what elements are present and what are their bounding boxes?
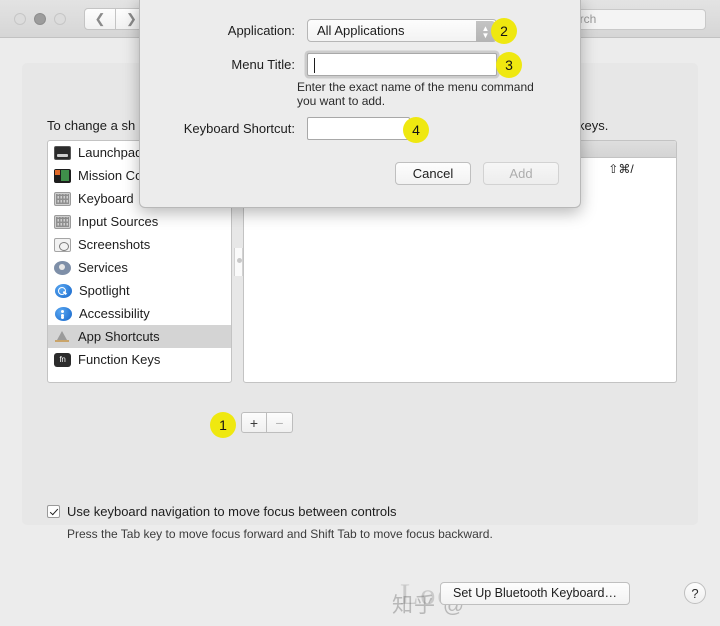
annotation-badge-2: 2 xyxy=(491,18,517,44)
sidebar-item-label: Spotlight xyxy=(79,283,130,298)
sidebar-item-function-keys[interactable]: fn Function Keys xyxy=(48,348,231,371)
spotlight-search-icon xyxy=(55,283,72,298)
add-remove-button-group: + − xyxy=(241,412,293,433)
add-button[interactable]: Add xyxy=(483,162,559,185)
sidebar-item-label: Launchpad xyxy=(78,145,143,160)
preferences-window: ❮ ❯ arch To change a sh Launchpad Missio… xyxy=(0,0,720,626)
keyboard-navigation-checkbox[interactable] xyxy=(47,505,60,518)
keyboard-navigation-hint: Press the Tab key to move focus forward … xyxy=(67,527,493,541)
search-input[interactable]: arch xyxy=(564,9,706,30)
back-chevron-left-icon[interactable]: ❮ xyxy=(84,8,116,30)
traffic-lights xyxy=(14,13,66,25)
application-select-value: All Applications xyxy=(317,23,405,38)
help-button[interactable]: ? xyxy=(684,582,706,604)
application-select[interactable]: All Applications ▲ ▼ xyxy=(307,19,497,42)
add-shortcut-button[interactable]: + xyxy=(241,412,267,433)
keyboard-shortcut-input[interactable] xyxy=(307,117,410,140)
remove-shortcut-button[interactable]: − xyxy=(267,412,293,433)
setup-bluetooth-keyboard-button[interactable]: Set Up Bluetooth Keyboard… xyxy=(440,582,630,605)
sidebar-item-label: Function Keys xyxy=(78,352,161,367)
close-button[interactable] xyxy=(14,13,26,25)
function-keys-icon: fn xyxy=(54,352,71,367)
annotation-badge-3: 3 xyxy=(496,52,522,78)
annotation-badge-1: 1 xyxy=(210,412,236,438)
screenshots-icon xyxy=(54,237,71,252)
sidebar-item-spotlight[interactable]: Spotlight xyxy=(48,279,231,302)
sidebar-item-app-shortcuts[interactable]: App Shortcuts xyxy=(48,325,231,348)
services-gear-icon xyxy=(54,260,71,275)
instruction-text-tail: keys. xyxy=(578,118,609,133)
keyboard-icon xyxy=(54,191,71,206)
mission-control-icon xyxy=(54,168,71,183)
sidebar-item-label: App Shortcuts xyxy=(78,329,160,344)
shortcut-key-cell: ⇧⌘/ xyxy=(608,162,634,176)
instruction-text: To change a sh xyxy=(47,118,136,133)
keyboard-navigation-label: Use keyboard navigation to move focus be… xyxy=(67,504,397,519)
text-caret xyxy=(314,58,315,73)
pane-splitter-handle[interactable] xyxy=(234,248,243,276)
sidebar-item-label: Keyboard xyxy=(78,191,134,206)
sidebar-item-label: Services xyxy=(78,260,128,275)
sidebar-item-services[interactable]: Services xyxy=(48,256,231,279)
sidebar-item-screenshots[interactable]: Screenshots xyxy=(48,233,231,256)
launchpad-icon xyxy=(54,145,71,160)
sidebar-item-input-sources[interactable]: Input Sources xyxy=(48,210,231,233)
keyboard-shortcut-label: Keyboard Shortcut: xyxy=(183,121,295,136)
menu-title-input[interactable] xyxy=(307,53,497,76)
input-sources-icon xyxy=(54,214,71,229)
annotation-badge-4: 4 xyxy=(403,117,429,143)
zoom-button[interactable] xyxy=(54,13,66,25)
minimize-button[interactable] xyxy=(34,13,46,25)
menu-title-hint: Enter the exact name of the menu command… xyxy=(297,80,534,108)
sidebar-item-label: Screenshots xyxy=(78,237,151,252)
menu-title-label: Menu Title: xyxy=(231,57,295,72)
accessibility-icon xyxy=(55,306,72,321)
cancel-button[interactable]: Cancel xyxy=(395,162,471,185)
keyboard-navigation-checkbox-row[interactable]: Use keyboard navigation to move focus be… xyxy=(47,504,397,519)
app-shortcuts-icon xyxy=(54,330,71,344)
sidebar-item-label: Input Sources xyxy=(78,214,159,229)
sidebar-item-accessibility[interactable]: Accessibility xyxy=(48,302,231,325)
application-label: Application: xyxy=(227,23,295,38)
sidebar-item-label: Accessibility xyxy=(79,306,150,321)
